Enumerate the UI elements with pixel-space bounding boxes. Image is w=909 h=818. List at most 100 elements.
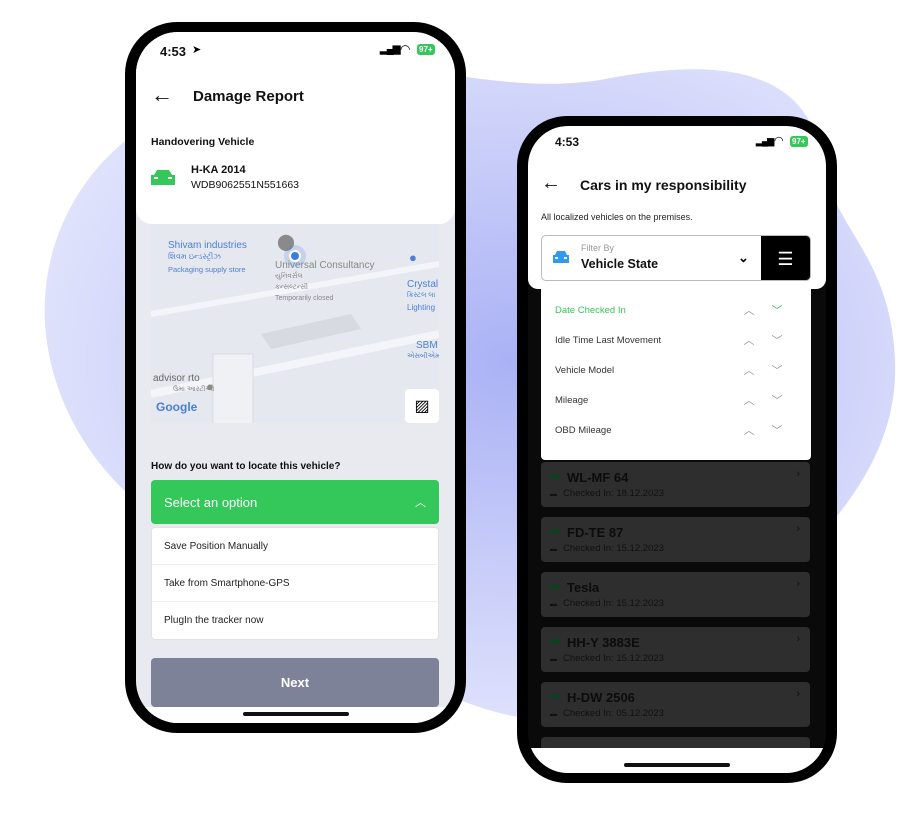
list-icon: ☰ xyxy=(777,248,794,269)
home-indicator xyxy=(624,763,730,767)
car-list-item[interactable]: HH-Y 3883E ▬ Checked In: 15.12.2023 › xyxy=(541,627,810,672)
map-pin-icon: ⬤ xyxy=(277,234,295,251)
sort-option[interactable]: Date Checked In ︿ ﹀ xyxy=(555,300,791,320)
map-layer-icon[interactable]: ▨ xyxy=(405,389,439,423)
checked-in-date: Checked In: 15.12.2023 xyxy=(563,653,664,664)
home-indicator xyxy=(242,712,349,716)
map-label: કન્સલ્ટન્સી xyxy=(275,284,309,291)
map-view[interactable]: Shivam industries શિવમ ઇન્ડસ્ટ્રીઝ Packa… xyxy=(151,224,439,423)
chevron-right-icon: › xyxy=(796,633,800,645)
vehicle-plate: H-KA 2014 xyxy=(191,164,246,176)
locate-question: How do you want to locate this vehicle? xyxy=(151,461,341,472)
car-icon xyxy=(550,584,560,589)
car-icon xyxy=(550,694,560,699)
steering-icon: ▬ xyxy=(550,491,557,498)
page-title: Cars in my responsibility xyxy=(580,177,747,193)
map-label: Crystal xyxy=(407,279,439,290)
signal-icon: ▂▄▆ xyxy=(756,136,774,146)
sort-list-button[interactable]: ☰ xyxy=(761,236,810,280)
sort-option[interactable]: Mileage ︿ ﹀ xyxy=(555,390,791,410)
arrow-left-icon[interactable]: ← xyxy=(541,172,561,195)
sort-option[interactable]: OBD Mileage ︿ ﹀ xyxy=(555,420,791,440)
map-label: advisor rto xyxy=(153,373,200,384)
google-logo: Google xyxy=(156,400,198,414)
sort-descending-icon[interactable]: ﹀ xyxy=(763,362,791,378)
locate-select[interactable]: Select an option ︿ xyxy=(151,480,439,524)
current-location-dot xyxy=(289,250,301,262)
checked-in-date: Checked In: 05.12.2023 xyxy=(563,708,664,719)
chevron-up-icon: ︿ xyxy=(415,497,426,509)
sort-option-label: Date Checked In xyxy=(555,304,626,316)
car-icon xyxy=(550,474,560,479)
steering-icon: ▬ xyxy=(550,711,557,718)
sort-option-label: OBD Mileage xyxy=(555,424,612,436)
cars-screen: 4:53 ▂▄▆ ◠ 97+ ← Cars in my responsibili… xyxy=(528,126,826,773)
map-label: યુનિવર્સલ xyxy=(275,273,303,280)
left-phone: 4:53 ➤ ▂▄▆ ◠ 97+ ← Damage Report Handove… xyxy=(125,22,466,733)
sort-ascending-icon[interactable]: ︿ xyxy=(735,362,763,378)
map-label: ક્રિસ્ટલ લા xyxy=(407,292,436,299)
map-label: SBM xyxy=(416,340,438,351)
map-pin-icon: ● xyxy=(206,379,214,394)
wifi-icon: ◠ xyxy=(774,135,784,147)
status-time: 4:53 xyxy=(555,135,580,149)
status-time: 4:53 xyxy=(160,44,187,59)
arrow-left-icon[interactable]: ← xyxy=(151,82,173,108)
car-icon xyxy=(553,251,569,263)
car-plate: WL-MF 64 xyxy=(567,470,629,485)
steering-icon: ▬ xyxy=(550,601,557,608)
sort-ascending-icon[interactable]: ︿ xyxy=(735,422,763,438)
chevron-right-icon: › xyxy=(796,468,800,480)
steering-icon: ▬ xyxy=(550,546,557,553)
chevron-right-icon: › xyxy=(796,523,800,535)
filter-label: Filter By xyxy=(581,243,615,253)
checked-in-date: Checked In: 15.12.2023 xyxy=(563,543,664,554)
map-label: શિવમ ઇન્ડસ્ટ્રીઝ xyxy=(168,252,221,261)
header-card xyxy=(136,32,455,224)
option-smartphone-gps[interactable]: Take from Smartphone-GPS xyxy=(152,565,438,602)
car-icon xyxy=(151,170,175,185)
signal-icon: ▂▄▆ xyxy=(380,44,400,55)
option-plugin-tracker[interactable]: PlugIn the tracker now xyxy=(152,602,438,639)
sort-ascending-icon[interactable]: ︿ xyxy=(735,332,763,348)
car-icon xyxy=(550,529,560,534)
page-title: Damage Report xyxy=(193,88,304,105)
locate-options-list: Save Position Manually Take from Smartph… xyxy=(151,527,439,640)
car-icon xyxy=(550,639,560,644)
sort-option[interactable]: Idle Time Last Movement ︿ ﹀ xyxy=(555,330,791,350)
car-list-item[interactable]: WL-MF 64 ▬ Checked In: 18.12.2023 › xyxy=(541,462,810,507)
wifi-icon: ◠ xyxy=(400,42,411,56)
map-label: Temporarily closed xyxy=(275,295,334,302)
sort-option-label: Vehicle Model xyxy=(555,364,615,376)
sort-ascending-icon[interactable]: ︿ xyxy=(735,392,763,408)
map-label: Shivam industries xyxy=(168,240,247,251)
section-label: Handovering Vehicle xyxy=(151,136,255,148)
option-save-manually[interactable]: Save Position Manually xyxy=(152,528,438,565)
filter-select[interactable]: Filter By Vehicle State ⌄ ☰ xyxy=(541,235,811,281)
car-plate: H-DW 2506 xyxy=(567,690,635,705)
car-list-item[interactable]: H-DW 2506 ▬ Checked In: 05.12.2023 › xyxy=(541,682,810,727)
map-label: Packaging supply store xyxy=(168,265,246,274)
battery-icon: 97+ xyxy=(790,136,808,147)
steering-icon: ▬ xyxy=(550,656,557,663)
location-arrow-icon: ➤ xyxy=(192,44,202,56)
sort-ascending-icon[interactable]: ︿ xyxy=(735,302,763,318)
damage-report-screen: 4:53 ➤ ▂▄▆ ◠ 97+ ← Damage Report Handove… xyxy=(136,32,455,723)
shop-pin-icon: ● xyxy=(409,250,417,265)
sort-descending-icon[interactable]: ﹀ xyxy=(763,392,791,408)
sort-descending-icon[interactable]: ﹀ xyxy=(763,332,791,348)
sort-option-label: Mileage xyxy=(555,394,589,406)
page-subtitle: All localized vehicles on the premises. xyxy=(541,212,693,222)
chevron-right-icon: › xyxy=(796,578,800,590)
chevron-down-icon: ⌄ xyxy=(738,250,749,265)
battery-icon: 97+ xyxy=(417,44,435,55)
car-plate: Tesla xyxy=(567,580,600,595)
next-button[interactable]: Next xyxy=(151,658,439,707)
vehicle-vin: WDB9062551N551663 xyxy=(191,179,299,191)
sort-option[interactable]: Vehicle Model ︿ ﹀ xyxy=(555,360,791,380)
sort-dropdown: Date Checked In ︿ ﹀ Idle Time Last Movement… xyxy=(541,289,811,460)
sort-descending-icon[interactable]: ﹀ xyxy=(763,302,791,318)
sort-descending-icon[interactable]: ﹀ xyxy=(763,422,791,438)
car-list-item[interactable]: FD-TE 87 ▬ Checked In: 15.12.2023 › xyxy=(541,517,810,562)
car-list-item[interactable]: Tesla ▬ Checked In: 15.12.2023 › xyxy=(541,572,810,617)
